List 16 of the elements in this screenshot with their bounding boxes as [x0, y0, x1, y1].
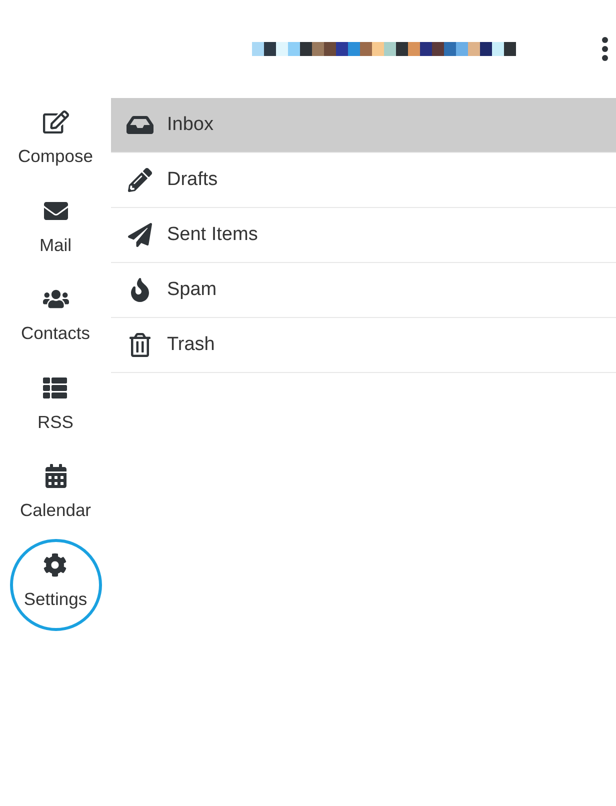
nav-item[interactable]: Compose	[18, 110, 93, 170]
more-menu-icon[interactable]	[602, 37, 608, 61]
nav-item[interactable]: Settings	[24, 552, 88, 612]
calendar-icon	[42, 464, 68, 488]
nav-item[interactable]: Contacts	[20, 287, 90, 346]
people-icon	[42, 287, 68, 311]
list-icon	[42, 376, 68, 400]
inbox-tray-icon	[126, 113, 154, 137]
edit-icon	[42, 110, 68, 134]
nav-item[interactable]: RSS	[38, 376, 74, 435]
nav-item[interactable]: Mail	[39, 198, 72, 258]
pencil-icon	[126, 168, 154, 192]
settings-icon	[42, 552, 68, 576]
paper-plane-icon	[126, 223, 154, 247]
nav-item[interactable]: Calendar	[20, 464, 92, 524]
folder-item[interactable]: Inbox	[111, 98, 616, 153]
